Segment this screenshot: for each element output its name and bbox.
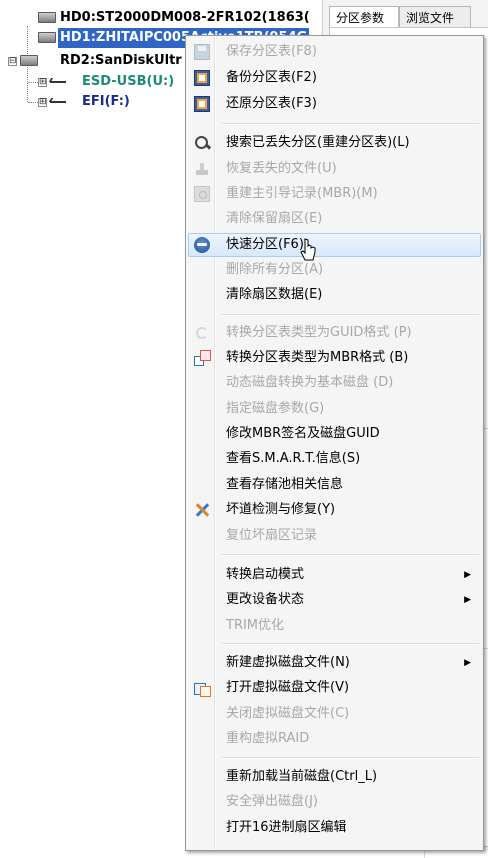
menu-item-safely-eject[interactable]: 安全弹出磁盘(J) xyxy=(188,790,481,814)
menu-item-label: 转换分区表类型为MBR格式 (B) xyxy=(226,350,409,365)
menu-item-new-virtual-disk[interactable]: 新建虚拟磁盘文件(N) ▶ xyxy=(188,651,481,675)
search-icon xyxy=(194,135,210,151)
menu-item-backup-partition-table[interactable]: 备份分区表(F2) xyxy=(188,66,481,90)
menu-item-label: 关闭虚拟磁盘文件(C) xyxy=(226,706,350,721)
menu-item-label: 快速分区(F6) xyxy=(226,237,304,252)
menu-item-label: 打开16进制扇区编辑 xyxy=(226,820,347,835)
menu-item-reload-disk[interactable]: 重新加载当前磁盘(Ctrl_L) xyxy=(188,765,481,789)
menu-item-rebuild-mbr[interactable]: 重建主引导记录(MBR)(M) xyxy=(188,182,481,206)
menu-item-bad-sector-repair[interactable]: 坏道检测与修复(Y) xyxy=(188,498,481,522)
menu-item-label: 清除保留扇区(E) xyxy=(226,211,323,226)
menu-item-label: 保存分区表(F8) xyxy=(226,44,317,59)
menu-item-clear-sector-data[interactable]: 清除扇区数据(E) xyxy=(188,283,481,307)
menu-item-specify-disk-params[interactable]: 指定磁盘参数(G) xyxy=(188,397,481,421)
menu-item-convert-boot-mode[interactable]: 转换启动模式 ▶ xyxy=(188,563,481,587)
menu-item-label: 安全弹出磁盘(J) xyxy=(226,794,318,809)
submenu-arrow-icon: ▶ xyxy=(464,595,471,605)
partition-icon xyxy=(50,101,66,103)
menu-item-reset-bad-sector-log[interactable]: 复位坏扇区记录 xyxy=(188,524,481,548)
menu-item-label: 坏道检测与修复(Y) xyxy=(226,502,336,517)
menu-separator xyxy=(222,314,479,316)
menu-item-change-device-state[interactable]: 更改设备状态 ▶ xyxy=(188,588,481,612)
menu-separator xyxy=(222,757,479,759)
expand-icon[interactable]: ⊞ xyxy=(38,98,47,107)
menu-item-label: 清除扇区数据(E) xyxy=(226,287,323,302)
menu-item-label: 打开虚拟磁盘文件(V) xyxy=(226,680,350,695)
menu-separator xyxy=(222,554,479,556)
convert-guid-icon xyxy=(194,325,210,341)
hard-disk-icon xyxy=(38,32,56,43)
expand-icon[interactable]: ⊞ xyxy=(38,78,47,87)
partition-label: ESD-USB(U:) xyxy=(82,74,175,89)
menu-item-close-virtual-disk[interactable]: 关闭虚拟磁盘文件(C) xyxy=(188,702,481,726)
menu-item-restore-partition-table[interactable]: 还原分区表(F3) xyxy=(188,92,481,116)
menu-item-label: 动态磁盘转换为基本磁盘 (D) xyxy=(226,375,394,390)
menu-item-view-storage-pool[interactable]: 查看存储池相关信息 xyxy=(188,473,481,497)
disk-label: RD2:SanDiskUltr xyxy=(60,53,182,68)
restore-table-icon xyxy=(194,96,210,112)
partition-label: EFI(F:) xyxy=(82,94,130,109)
menu-item-label: 重建主引导记录(MBR)(M) xyxy=(226,186,378,201)
tab-partition-params[interactable]: 分区参数 xyxy=(329,6,399,28)
menu-item-label: 搜索已丢失分区(重建分区表)(L) xyxy=(226,135,410,150)
convert-mbr-icon xyxy=(194,350,211,366)
menu-item-label: TRIM优化 xyxy=(226,618,285,633)
disk-label: HD0:ST2000DM008-2FR102(1863( xyxy=(60,10,310,25)
menu-item-label: 查看S.M.A.R.T.信息(S) xyxy=(226,451,361,466)
mbr-icon xyxy=(194,186,210,202)
menu-item-label: 新建虚拟磁盘文件(N) xyxy=(226,655,350,670)
menu-item-label: 更改设备状态 xyxy=(226,592,305,607)
menu-item-label: 复位坏扇区记录 xyxy=(226,528,318,543)
submenu-arrow-icon: ▶ xyxy=(464,570,471,580)
tab-browse-files[interactable]: 浏览文件 xyxy=(399,6,471,28)
menu-item-convert-to-mbr[interactable]: 转换分区表类型为MBR格式 (B) xyxy=(188,346,481,370)
menu-item-open-virtual-disk[interactable]: 打开虚拟磁盘文件(V) xyxy=(188,676,481,700)
removable-disk-icon xyxy=(20,55,38,66)
menu-item-trim[interactable]: TRIM优化 xyxy=(188,614,481,638)
disk-context-menu: 保存分区表(F8) 备份分区表(F2) 还原分区表(F3) 搜索已丢失分区(重建… xyxy=(185,35,484,851)
recover-files-icon xyxy=(194,161,210,177)
menu-item-quick-partition[interactable]: 快速分区(F6) xyxy=(188,233,481,257)
menu-item-modify-mbr-signature[interactable]: 修改MBR签名及磁盘GUID xyxy=(188,422,481,446)
menu-item-label: 转换分区表类型为GUID格式 (P) xyxy=(226,325,412,340)
menu-item-delete-all-partitions[interactable]: 删除所有分区(A) xyxy=(188,258,481,282)
submenu-arrow-icon: ▶ xyxy=(464,658,471,668)
hard-disk-icon xyxy=(38,12,56,23)
menu-item-label: 备份分区表(F2) xyxy=(226,70,317,85)
menu-item-label: 指定磁盘参数(G) xyxy=(226,401,325,416)
menu-item-label: 转换启动模式 xyxy=(226,567,305,582)
menu-item-view-smart[interactable]: 查看S.M.A.R.T.信息(S) xyxy=(188,447,481,471)
menu-item-label: 重新加载当前磁盘(Ctrl_L) xyxy=(226,769,378,784)
menu-separator xyxy=(222,123,479,125)
menu-item-label: 还原分区表(F3) xyxy=(226,96,317,111)
menu-item-open-hex-editor[interactable]: 打开16进制扇区编辑 xyxy=(188,816,481,840)
menu-item-search-lost-partitions[interactable]: 搜索已丢失分区(重建分区表)(L) xyxy=(188,131,481,155)
repair-tools-icon xyxy=(194,502,210,518)
menu-item-rebuild-virtual-raid[interactable]: 重构虚拟RAID xyxy=(188,727,481,751)
virtual-disk-icon xyxy=(194,680,211,697)
menu-item-label: 恢复丢失的文件(U) xyxy=(226,161,337,176)
menu-item-dynamic-to-basic[interactable]: 动态磁盘转换为基本磁盘 (D) xyxy=(188,371,481,395)
collapse-icon[interactable]: ⊟ xyxy=(8,57,17,66)
save-icon xyxy=(194,44,210,60)
menu-item-clear-reserved-sectors[interactable]: 清除保留扇区(E) xyxy=(188,207,481,231)
menu-item-convert-to-guid[interactable]: 转换分区表类型为GUID格式 (P) xyxy=(188,321,481,345)
menu-item-label: 查看存储池相关信息 xyxy=(226,477,344,492)
menu-separator xyxy=(222,643,479,645)
quick-partition-icon xyxy=(194,237,210,253)
menu-item-label: 修改MBR签名及磁盘GUID xyxy=(226,426,380,441)
menu-item-label: 重构虚拟RAID xyxy=(226,731,310,746)
menu-item-save-partition-table[interactable]: 保存分区表(F8) xyxy=(188,40,481,64)
menu-item-recover-lost-files[interactable]: 恢复丢失的文件(U) xyxy=(188,157,481,181)
mouse-cursor-icon xyxy=(300,238,316,261)
partition-icon xyxy=(50,81,66,83)
backup-table-icon xyxy=(194,70,210,86)
